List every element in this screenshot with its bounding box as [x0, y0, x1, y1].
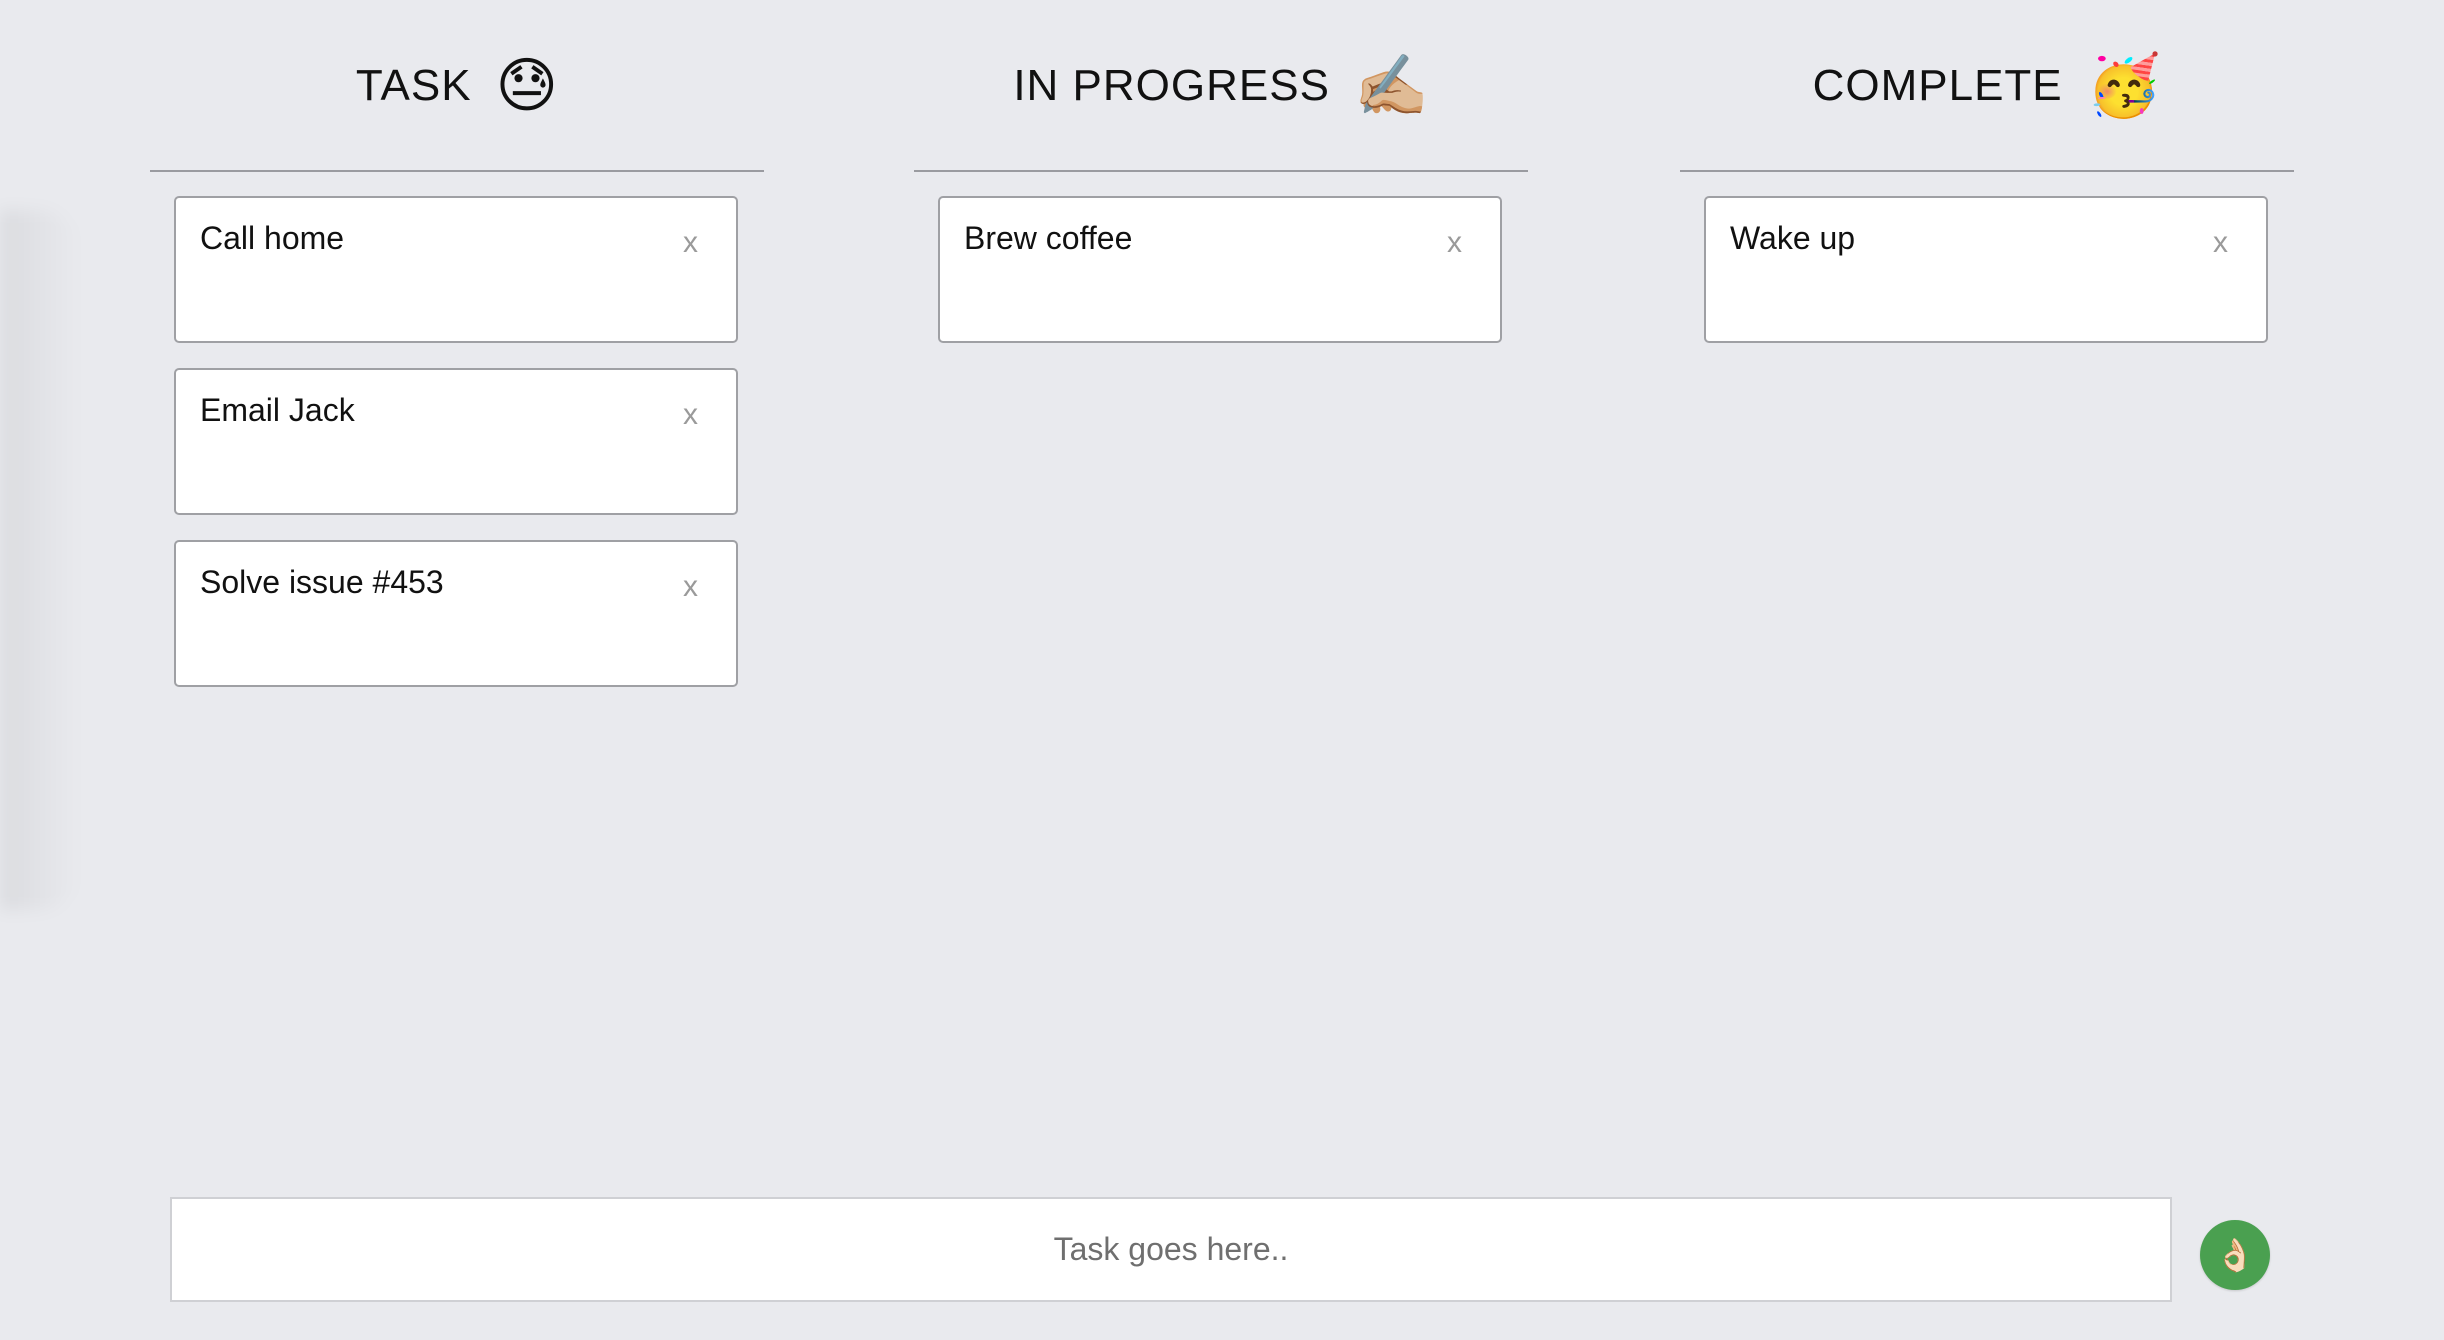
downcast-sweat-face-icon: 😓 — [495, 51, 559, 121]
task-card[interactable]: Solve issue #453 x — [174, 540, 738, 687]
new-task-input-container — [170, 1197, 2172, 1302]
delete-card-button[interactable]: x — [1447, 228, 1462, 258]
card-list: Call home x Email Jack x Solve issue #45… — [150, 172, 764, 687]
column-header: COMPLETE 🥳 — [1680, 0, 2294, 172]
card-list: Wake up x — [1680, 172, 2294, 343]
task-card-text: Email Jack — [200, 392, 355, 428]
column-complete: COMPLETE 🥳 Wake up x — [1680, 0, 2294, 368]
delete-card-button[interactable]: x — [683, 572, 698, 602]
column-header: TASK 😓 — [150, 0, 764, 172]
task-card[interactable]: Wake up x — [1704, 196, 2268, 343]
writing-hand-icon: ✍🏼 — [1353, 51, 1429, 121]
left-edge-shadow — [0, 210, 80, 910]
delete-card-button[interactable]: x — [683, 400, 698, 430]
column-header: IN PROGRESS ✍🏼 — [914, 0, 1528, 172]
column-title: TASK — [355, 61, 472, 110]
column-title: IN PROGRESS — [1013, 61, 1330, 110]
party-face-icon: 🥳 — [2086, 51, 2162, 121]
delete-card-button[interactable]: x — [2213, 228, 2228, 258]
task-card-text: Solve issue #453 — [200, 564, 444, 600]
task-card-text: Wake up — [1730, 220, 1856, 256]
task-card-text: Call home — [200, 220, 345, 256]
task-card-text: Brew coffee — [964, 220, 1133, 256]
task-card[interactable]: Call home x — [174, 196, 738, 343]
column-in-progress: IN PROGRESS ✍🏼 Brew coffee x — [914, 0, 1528, 368]
delete-card-button[interactable]: x — [683, 228, 698, 258]
card-list: Brew coffee x — [914, 172, 1528, 343]
add-task-button[interactable]: 👌🏻 — [2200, 1220, 2270, 1290]
column-task: TASK 😓 Call home x Email Jack x Solve is… — [150, 0, 764, 712]
column-title: COMPLETE — [1812, 61, 2063, 110]
new-task-input[interactable] — [172, 1198, 2170, 1301]
task-card[interactable]: Brew coffee x — [938, 196, 1502, 343]
ok-hand-icon: 👌🏻 — [2215, 1236, 2255, 1274]
task-card[interactable]: Email Jack x — [174, 368, 738, 515]
